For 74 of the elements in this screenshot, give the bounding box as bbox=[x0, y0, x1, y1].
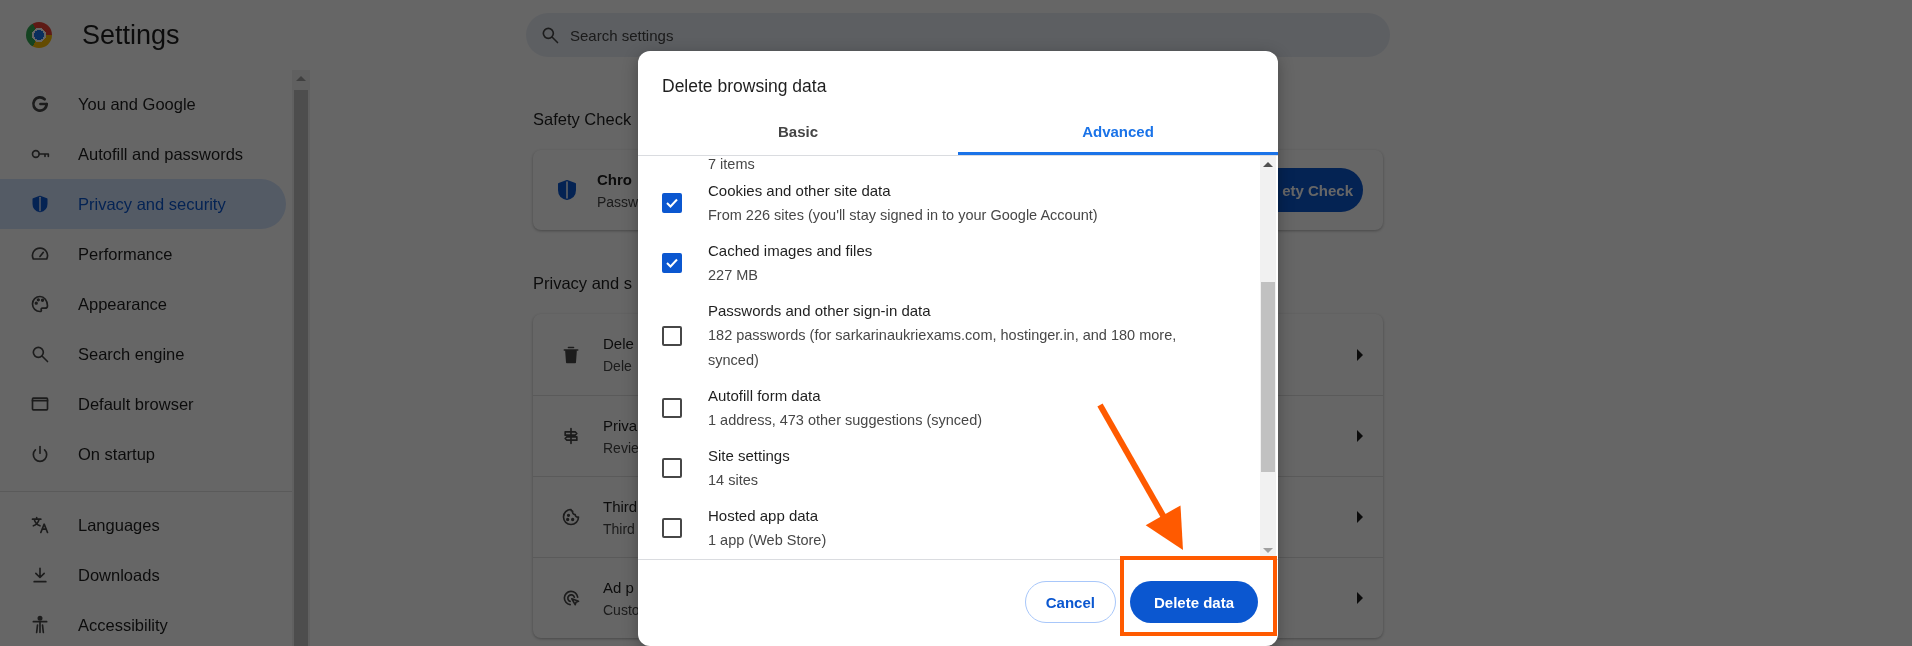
item-label: Hosted app data bbox=[708, 506, 820, 526]
browser-logo-icon bbox=[26, 22, 52, 48]
search-icon bbox=[30, 344, 50, 364]
checkbox[interactable] bbox=[662, 325, 682, 346]
card-title: Chro bbox=[597, 170, 633, 188]
shield-icon bbox=[555, 178, 579, 202]
row-subtitle: Third bbox=[603, 520, 636, 537]
sidebar-item[interactable]: Performance bbox=[0, 229, 286, 279]
palette-icon bbox=[30, 294, 50, 314]
chevron-right-icon bbox=[1357, 511, 1363, 523]
chevron-right-icon bbox=[1357, 348, 1363, 361]
g-logo-icon bbox=[30, 94, 50, 114]
sidebar-item[interactable]: Downloads bbox=[0, 550, 286, 600]
delete-data-button[interactable]: Delete data bbox=[1129, 581, 1258, 623]
cookie-icon bbox=[561, 507, 581, 527]
checkbox[interactable] bbox=[662, 253, 682, 273]
checkbox[interactable] bbox=[662, 458, 682, 478]
card-subtitle: Passw bbox=[597, 193, 639, 210]
sidebar-item[interactable]: Appearance bbox=[0, 279, 286, 329]
chevron-right-icon bbox=[1357, 592, 1363, 604]
row-title: Ad p bbox=[603, 578, 635, 596]
item-detail: 7 items bbox=[707, 156, 756, 173]
section-heading: Privacy and s bbox=[533, 273, 633, 294]
shield-icon bbox=[30, 194, 50, 214]
power-icon bbox=[30, 444, 50, 464]
row-subtitle: Custo bbox=[603, 601, 640, 618]
scrollbar[interactable] bbox=[1260, 156, 1276, 559]
sidebar-item[interactable]: You and Google bbox=[0, 79, 286, 129]
sidebar-item[interactable]: On startup bbox=[0, 429, 286, 479]
sidebar-item[interactable]: Languages bbox=[0, 500, 286, 550]
cancel-button[interactable]: Cancel bbox=[1024, 581, 1116, 623]
scrollbar[interactable] bbox=[292, 70, 310, 646]
trash-icon bbox=[561, 344, 581, 365]
dialog-title: Delete browsing data bbox=[661, 75, 828, 98]
row-title: Dele bbox=[603, 335, 634, 352]
sidebar-item[interactable]: Default browser bbox=[0, 379, 286, 429]
section-heading: Safety Check bbox=[533, 109, 632, 130]
item-detail: 14 sites bbox=[708, 471, 759, 490]
item-label: Autofill form data bbox=[708, 386, 822, 406]
window-icon bbox=[30, 394, 50, 414]
item-detail: 1 app (Web Store) bbox=[708, 531, 827, 550]
signpost-icon bbox=[561, 426, 581, 446]
item-detail: From 226 sites (you'll stay signed in to your Google Account) bbox=[708, 206, 1098, 225]
download-icon bbox=[30, 565, 50, 585]
checkmark-icon bbox=[666, 258, 678, 268]
item-label: Cookies and other site data bbox=[708, 181, 892, 201]
item-detail: 182 passwords (for sarkarinaukriexams.com, hostinger.in, and 180 more, bbox=[708, 326, 1177, 345]
row-subtitle: Revie bbox=[603, 439, 639, 456]
sidebar-item[interactable]: Privacy and security bbox=[0, 179, 286, 229]
target-cursor-icon bbox=[561, 588, 581, 608]
item-label: Cached images and files bbox=[708, 241, 873, 261]
tab[interactable]: Basic bbox=[638, 110, 958, 155]
checkbox[interactable] bbox=[662, 398, 682, 418]
search-icon bbox=[540, 25, 560, 45]
item-detail: synced) bbox=[708, 351, 760, 370]
tab[interactable]: Advanced bbox=[958, 110, 1278, 155]
row-subtitle: Dele bbox=[603, 358, 633, 374]
sidebar-item[interactable]: Autofill and passwords bbox=[0, 129, 286, 179]
item-detail: 1 address, 473 other suggestions (synced) bbox=[708, 411, 983, 430]
checkmark-icon bbox=[666, 198, 678, 208]
row-title: Third bbox=[603, 497, 638, 515]
checkbox[interactable] bbox=[662, 193, 682, 213]
item-label: Site settings bbox=[708, 446, 790, 466]
checkbox[interactable] bbox=[662, 518, 682, 538]
row-title: Priva bbox=[603, 416, 639, 434]
chevron-right-icon bbox=[1357, 430, 1363, 442]
item-label: Passwords and other sign-in data bbox=[708, 301, 932, 321]
accessibility-icon bbox=[30, 615, 50, 635]
sidebar-item[interactable]: Accessibility bbox=[0, 600, 286, 646]
item-detail: 227 MB bbox=[708, 266, 759, 285]
sidebar-item[interactable]: Search engine bbox=[0, 329, 286, 379]
translate-icon bbox=[30, 515, 50, 535]
page-title: Settings bbox=[82, 19, 180, 51]
search-field[interactable]: Search settings bbox=[526, 13, 1390, 57]
